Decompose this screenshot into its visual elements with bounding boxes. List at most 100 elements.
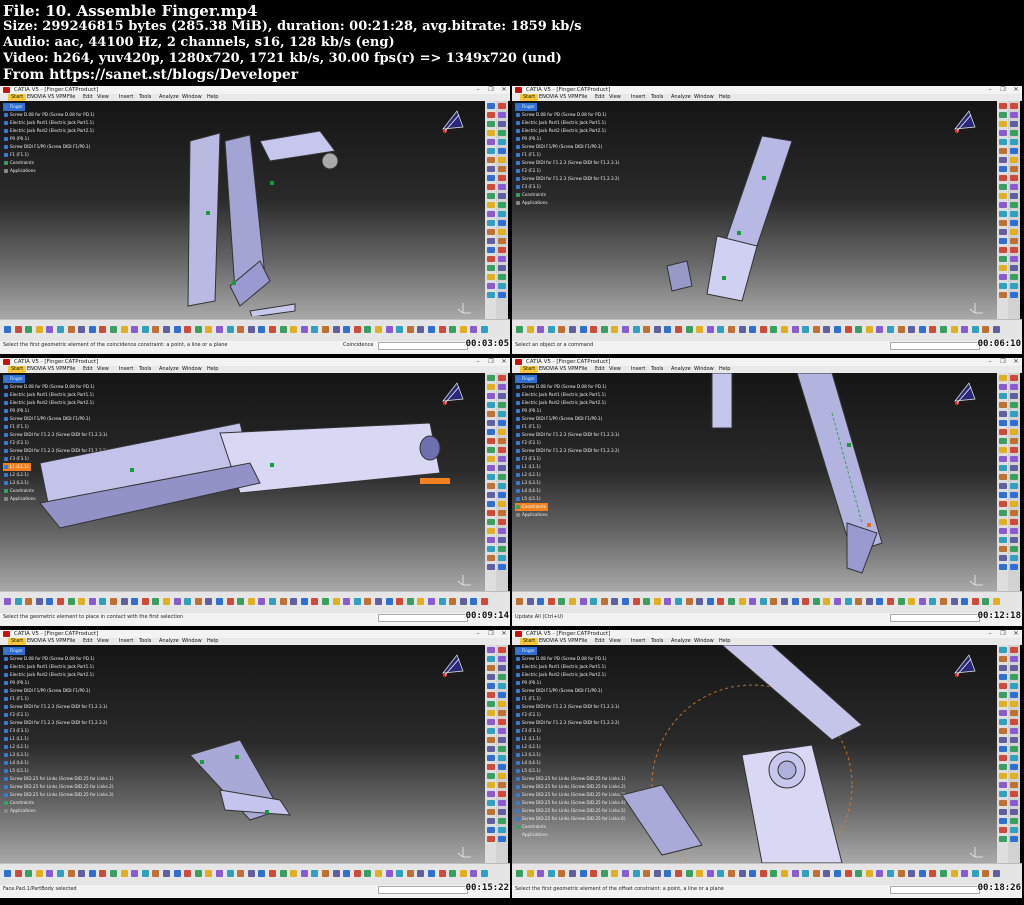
tool-icon[interactable] bbox=[1010, 773, 1018, 779]
tool-icon[interactable] bbox=[498, 166, 506, 172]
tool-icon[interactable] bbox=[999, 555, 1007, 561]
tool-icon[interactable] bbox=[120, 326, 128, 333]
tool-icon[interactable] bbox=[487, 274, 495, 280]
tool-icon[interactable] bbox=[247, 598, 255, 605]
menu-edit[interactable]: Edit bbox=[595, 94, 605, 101]
tool-icon[interactable] bbox=[487, 429, 495, 435]
tool-icon[interactable] bbox=[791, 870, 799, 877]
tool-icon[interactable] bbox=[46, 598, 54, 605]
tree-node[interactable]: Screw DIDI for F1.2.3 (Screw DIDI for F1… bbox=[515, 447, 619, 455]
tool-icon[interactable] bbox=[487, 674, 495, 680]
tool-icon[interactable] bbox=[498, 375, 506, 381]
tool-icon[interactable] bbox=[498, 130, 506, 136]
tool-icon[interactable] bbox=[4, 326, 11, 333]
menu-insert[interactable]: Insert bbox=[119, 94, 133, 101]
tree-node[interactable]: Electric Jack Part1 (Electric Jack Part1… bbox=[3, 119, 95, 127]
maximize-button[interactable]: ❐ bbox=[485, 86, 497, 94]
tool-icon[interactable] bbox=[728, 870, 735, 877]
tool-icon[interactable] bbox=[999, 447, 1007, 453]
menu-file[interactable]: File bbox=[67, 94, 75, 101]
tool-icon[interactable] bbox=[481, 598, 488, 605]
tool-icon[interactable] bbox=[1010, 710, 1018, 716]
tool-icon[interactable] bbox=[537, 870, 545, 877]
tool-icon[interactable] bbox=[791, 326, 799, 333]
tool-icon[interactable] bbox=[498, 647, 506, 653]
tree-node[interactable]: Electric Jack Part2 (Electric Jack Part2… bbox=[3, 127, 95, 135]
tool-icon[interactable] bbox=[269, 598, 276, 605]
menu-analyze[interactable]: Analyze bbox=[159, 638, 179, 645]
tool-icon[interactable] bbox=[487, 166, 495, 172]
tool-icon[interactable] bbox=[46, 326, 54, 333]
tool-icon[interactable] bbox=[67, 326, 75, 333]
tool-icon[interactable] bbox=[487, 175, 495, 181]
tool-icon[interactable] bbox=[396, 870, 404, 877]
command-input[interactable] bbox=[890, 886, 980, 894]
tool-icon[interactable] bbox=[216, 598, 223, 605]
tree-node[interactable]: Screw DIDI for F1.2.3 (Screw DIDI for F1… bbox=[515, 175, 619, 183]
tool-icon[interactable] bbox=[88, 598, 96, 605]
tool-icon[interactable] bbox=[971, 870, 979, 877]
tool-icon[interactable] bbox=[141, 870, 149, 877]
tool-icon[interactable] bbox=[487, 283, 495, 289]
tool-icon[interactable] bbox=[971, 326, 979, 333]
menu-help[interactable]: Help bbox=[207, 366, 218, 373]
tool-icon[interactable] bbox=[558, 598, 566, 605]
tool-icon[interactable] bbox=[791, 598, 799, 605]
tree-node[interactable]: L1 (L1.1) bbox=[3, 735, 113, 743]
tree-node[interactable]: Electric Jack Part2 (Electric Jack Part2… bbox=[515, 399, 619, 407]
menu-file[interactable]: File bbox=[579, 638, 587, 645]
tool-icon[interactable] bbox=[1010, 247, 1018, 253]
tool-icon[interactable] bbox=[332, 598, 340, 605]
tool-icon[interactable] bbox=[611, 598, 619, 605]
tool-icon[interactable] bbox=[950, 598, 958, 605]
tool-icon[interactable] bbox=[247, 870, 255, 877]
tool-icon[interactable] bbox=[163, 598, 170, 605]
tree-node[interactable]: Constraints bbox=[3, 799, 113, 807]
tool-icon[interactable] bbox=[1010, 148, 1018, 154]
tool-icon[interactable] bbox=[498, 139, 506, 145]
tool-icon[interactable] bbox=[1010, 737, 1018, 743]
tool-icon[interactable] bbox=[1010, 375, 1018, 381]
tool-icon[interactable] bbox=[999, 474, 1007, 480]
tool-icon[interactable] bbox=[961, 598, 969, 605]
tool-icon[interactable] bbox=[999, 265, 1007, 271]
tool-icon[interactable] bbox=[590, 870, 598, 877]
tool-icon[interactable] bbox=[487, 247, 495, 253]
tool-icon[interactable] bbox=[1010, 229, 1018, 235]
menu-tools[interactable]: Tools bbox=[139, 94, 151, 101]
tool-icon[interactable] bbox=[1010, 211, 1018, 217]
tool-icon[interactable] bbox=[999, 438, 1007, 444]
tool-icon[interactable] bbox=[498, 265, 506, 271]
tool-icon[interactable] bbox=[696, 870, 704, 877]
tool-icon[interactable] bbox=[498, 447, 506, 453]
tool-icon[interactable] bbox=[487, 510, 495, 516]
3d-viewport[interactable]: Finger Screw D.08 for PD (Screw D.08 for … bbox=[0, 645, 485, 863]
tool-icon[interactable] bbox=[999, 755, 1007, 761]
tool-icon[interactable] bbox=[876, 598, 884, 605]
tree-node[interactable]: Screw D.08 for PD (Screw D.08 for PD.1) bbox=[515, 111, 619, 119]
tool-icon[interactable] bbox=[834, 326, 841, 333]
tool-icon[interactable] bbox=[311, 870, 319, 877]
tool-icon[interactable] bbox=[290, 598, 298, 605]
tool-icon[interactable] bbox=[993, 598, 1000, 605]
menu-insert[interactable]: Insert bbox=[631, 94, 645, 101]
tool-icon[interactable] bbox=[653, 326, 661, 333]
tool-icon[interactable] bbox=[498, 773, 506, 779]
tool-icon[interactable] bbox=[498, 827, 506, 833]
menu-window[interactable]: Window bbox=[694, 94, 714, 101]
tool-icon[interactable] bbox=[226, 870, 234, 877]
tool-icon[interactable] bbox=[205, 326, 213, 333]
tool-icon[interactable] bbox=[999, 103, 1007, 109]
compass-icon[interactable] bbox=[437, 379, 467, 409]
tool-icon[interactable] bbox=[1010, 420, 1018, 426]
tool-icon[interactable] bbox=[438, 326, 446, 333]
tool-icon[interactable] bbox=[738, 598, 746, 605]
menu-edit[interactable]: Edit bbox=[83, 94, 93, 101]
tool-icon[interactable] bbox=[406, 326, 414, 333]
tool-icon[interactable] bbox=[999, 411, 1007, 417]
tool-icon[interactable] bbox=[375, 326, 382, 333]
tool-icon[interactable] bbox=[622, 870, 629, 877]
tree-node[interactable]: F1 (F1.1) bbox=[515, 151, 619, 159]
tool-icon[interactable] bbox=[940, 598, 947, 605]
tool-icon[interactable] bbox=[1010, 220, 1018, 226]
